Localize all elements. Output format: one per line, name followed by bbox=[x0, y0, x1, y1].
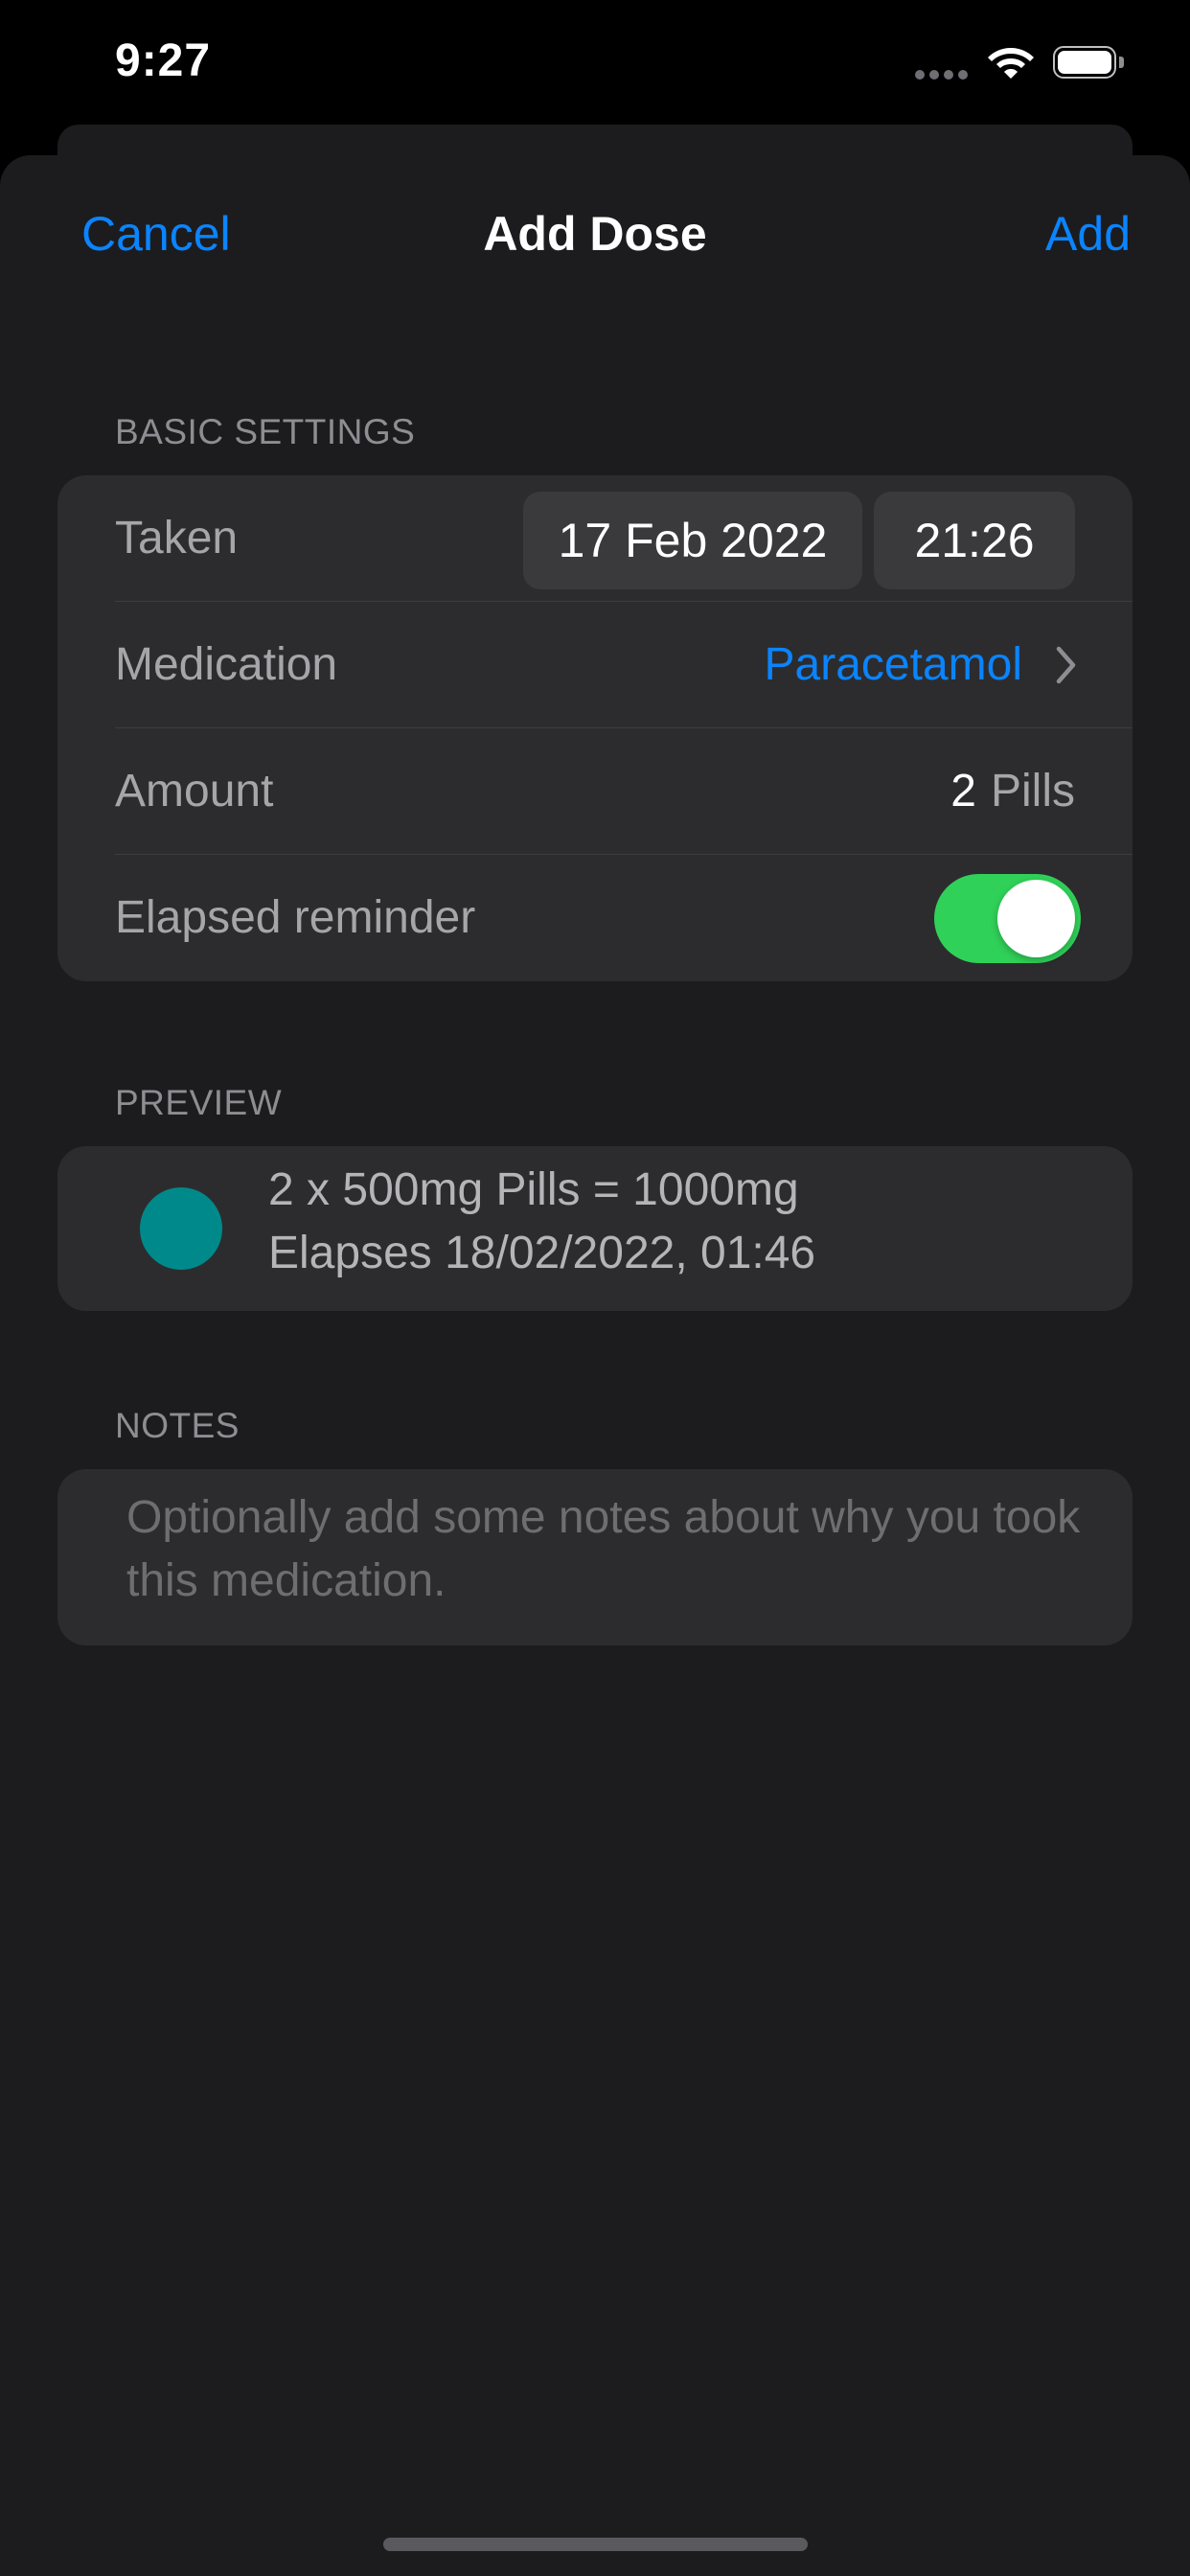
amount-row: Amount 2 Pills bbox=[57, 728, 1133, 855]
notes-field[interactable]: Optionally add some notes about why you … bbox=[57, 1469, 1133, 1645]
amount-label: Amount bbox=[115, 766, 274, 816]
notes-placeholder: Optionally add some notes about why you … bbox=[126, 1492, 1081, 1606]
amount-unit: Pills bbox=[990, 766, 1075, 816]
taken-label: Taken bbox=[115, 513, 239, 564]
amount-input[interactable]: 2 bbox=[950, 728, 976, 855]
medication-label: Medication bbox=[115, 639, 338, 690]
elapsed-reminder-toggle[interactable] bbox=[934, 874, 1081, 963]
basic-settings-header: BASIC SETTINGS bbox=[115, 412, 416, 451]
preview-header: PREVIEW bbox=[115, 1083, 283, 1122]
page-title: Add Dose bbox=[483, 207, 707, 261]
taken-date-button[interactable]: 17 Feb 2022 bbox=[523, 492, 862, 589]
add-button[interactable]: Add bbox=[1045, 206, 1131, 262]
pill-color-dot bbox=[140, 1187, 222, 1270]
elapsed-reminder-row: Elapsed reminder bbox=[57, 855, 1133, 981]
status-time: 9:27 bbox=[115, 35, 212, 86]
wifi-icon bbox=[988, 48, 1034, 79]
basic-settings-group: Taken 17 Feb 2022 21:26 Medication Parac… bbox=[57, 475, 1133, 981]
chevron-right-icon bbox=[1056, 646, 1076, 684]
preview-dose-text: 2 x 500mg Pills = 1000mg bbox=[268, 1164, 799, 1215]
battery-icon bbox=[1053, 46, 1126, 80]
notes-header: NOTES bbox=[115, 1406, 240, 1445]
nav-bar: Cancel Add Dose Add bbox=[0, 155, 1190, 318]
status-bar: 9:27 bbox=[0, 0, 1190, 125]
taken-row: Taken 17 Feb 2022 21:26 bbox=[57, 475, 1133, 602]
home-indicator bbox=[383, 2538, 808, 2551]
preview-elapses-text: Elapses 18/02/2022, 01:46 bbox=[268, 1228, 816, 1278]
elapsed-reminder-label: Elapsed reminder bbox=[115, 892, 476, 943]
toggle-knob bbox=[997, 880, 1075, 957]
add-dose-sheet: Cancel Add Dose Add BASIC SETTINGS Taken… bbox=[0, 155, 1190, 2576]
cellular-signal-icon bbox=[915, 70, 969, 80]
medication-value[interactable]: Paracetamol bbox=[765, 602, 1022, 728]
taken-time-button[interactable]: 21:26 bbox=[874, 492, 1075, 589]
preview-group: 2 x 500mg Pills = 1000mg Elapses 18/02/2… bbox=[57, 1146, 1133, 1311]
medication-row[interactable]: Medication Paracetamol bbox=[57, 602, 1133, 728]
